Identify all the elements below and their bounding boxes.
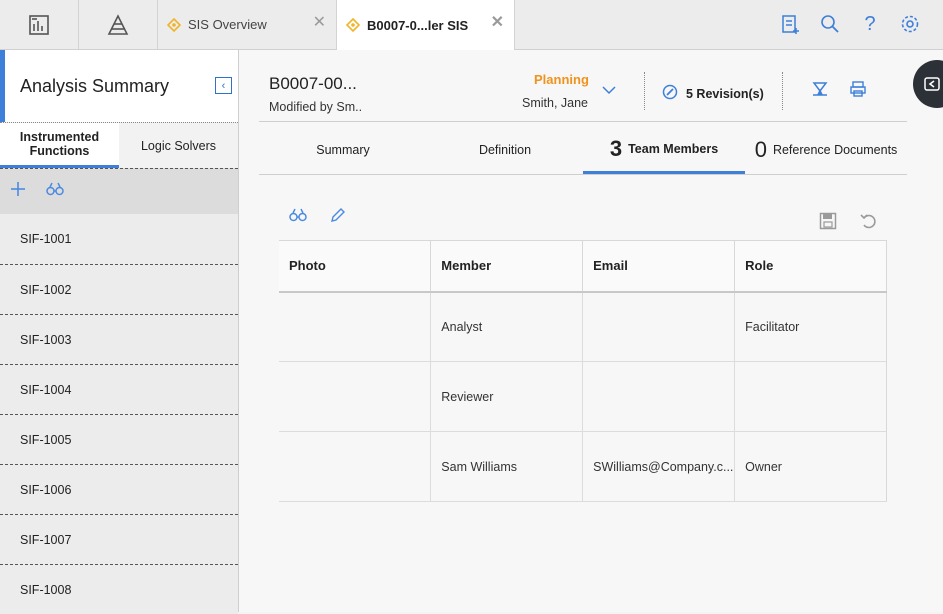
list-item[interactable]: SIF-1006: [0, 464, 238, 514]
tab-label: Team Members: [628, 141, 719, 156]
diamond-icon: [166, 17, 182, 33]
back-arrow-icon: [924, 77, 940, 91]
tab-label: SIS Overview: [188, 17, 267, 32]
tab-label: B0007-0...ler SIS: [367, 17, 469, 33]
binoculars-icon[interactable]: [46, 182, 64, 201]
modified-by: Modified by Sm..: [269, 100, 363, 114]
analysis-summary-panel: Analysis Summary ‹ Instrumented Function…: [0, 50, 239, 614]
diamond-icon: [345, 17, 361, 33]
cell-email: [582, 291, 736, 362]
compass-icon: [662, 84, 678, 103]
pencil-icon[interactable]: [329, 208, 345, 229]
state-user: Smith, Jane: [522, 96, 589, 110]
side-panel-toggle[interactable]: [913, 60, 943, 108]
tab-label: Summary: [316, 143, 370, 157]
column-header-photo[interactable]: Photo: [279, 240, 432, 293]
list-item[interactable]: SIF-1005: [0, 414, 238, 464]
list-item[interactable]: SIF-1004: [0, 364, 238, 414]
clipboard-add-icon[interactable]: [779, 12, 801, 36]
tab-reference-documents[interactable]: 0 Reference Documents: [745, 122, 907, 174]
column-header-role[interactable]: Role: [734, 240, 887, 293]
hierarchy-icon[interactable]: [811, 80, 829, 103]
cell-member: Analyst: [430, 291, 584, 362]
table-header-row: Photo Member Email Role: [279, 240, 887, 293]
cell-role: Owner: [734, 431, 887, 502]
pyramid-icon: [107, 13, 129, 35]
global-toolbar: ?: [779, 12, 921, 36]
state-label[interactable]: Planning: [534, 72, 589, 87]
cell-member: Reviewer: [430, 361, 584, 432]
panel-title: Analysis Summary: [20, 75, 170, 96]
cell-photo: [279, 291, 432, 362]
list-item[interactable]: SIF-1001: [0, 214, 238, 264]
search-icon[interactable]: [819, 12, 841, 36]
table-row[interactable]: Reviewer: [279, 361, 887, 432]
record-header: B0007-00... Modified by Sm.. Planning Sm…: [259, 50, 907, 122]
close-icon[interactable]: ✕: [491, 15, 504, 31]
tab-team-members[interactable]: 3 Team Members: [583, 122, 745, 174]
panel-tabs: Instrumented Functions Logic Solvers: [0, 122, 238, 168]
table-row[interactable]: Sam Williams SWilliams@Company.c... Owne…: [279, 431, 887, 502]
top-tab-bar: SIS Overview ✕ B0007-0...ler SIS ✕ ?: [0, 0, 943, 50]
column-header-member[interactable]: Member: [430, 240, 584, 293]
cell-photo: [279, 361, 432, 432]
panel-header: Analysis Summary ‹: [0, 50, 238, 122]
cell-role: [734, 361, 887, 432]
tab-summary[interactable]: Summary: [259, 122, 421, 174]
revisions-button[interactable]: 5 Revision(s): [662, 84, 764, 103]
pyramid-button[interactable]: [79, 0, 158, 49]
record-id: B0007-00...: [269, 74, 357, 93]
dashboard-button[interactable]: [0, 0, 79, 49]
cell-photo: [279, 431, 432, 502]
list-item[interactable]: SIF-1008: [0, 564, 238, 614]
save-icon[interactable]: [819, 212, 837, 235]
tab-label: Definition: [478, 143, 532, 157]
help-icon[interactable]: ?: [859, 12, 881, 36]
undo-icon[interactable]: [859, 212, 877, 235]
grid-toolbar: [289, 208, 345, 229]
close-icon[interactable]: ✕: [313, 15, 326, 31]
main-content: B0007-00... Modified by Sm.. Planning Sm…: [239, 50, 943, 612]
print-icon[interactable]: [849, 80, 867, 103]
divider: [644, 72, 645, 110]
tab-count: 0: [754, 137, 767, 162]
add-icon[interactable]: [10, 181, 26, 202]
tab-label: Reference Documents: [772, 143, 898, 157]
revisions-label: 5 Revision(s): [686, 86, 764, 101]
settings-icon[interactable]: [899, 12, 921, 36]
tab-instrumented-functions[interactable]: Instrumented Functions: [0, 123, 119, 168]
collapse-panel-icon[interactable]: ‹: [215, 77, 232, 94]
tab-b0007-sis[interactable]: B0007-0...ler SIS ✕: [337, 0, 515, 50]
sif-list: SIF-1001 SIF-1002 SIF-1003 SIF-1004 SIF-…: [0, 214, 238, 614]
team-members-table: Photo Member Email Role Analyst Facilita…: [279, 240, 887, 502]
tab-count: 3: [609, 135, 623, 161]
table-row[interactable]: Analyst Facilitator: [279, 291, 887, 362]
chevron-down-icon[interactable]: [602, 82, 616, 100]
record-tabs: Summary Definition 3 Team Members 0 Refere…: [259, 122, 907, 175]
cell-email: SWilliams@Company.c...: [582, 431, 736, 502]
list-item[interactable]: SIF-1003: [0, 314, 238, 364]
tab-logic-solvers[interactable]: Logic Solvers: [119, 123, 238, 168]
dashboard-icon: [29, 14, 49, 35]
list-item[interactable]: SIF-1007: [0, 514, 238, 564]
cell-email: [582, 361, 736, 432]
panel-toolbar: [0, 168, 238, 214]
list-item[interactable]: SIF-1002: [0, 264, 238, 314]
cell-role: Facilitator: [734, 291, 887, 362]
cell-member: Sam Williams: [430, 431, 584, 502]
tab-definition[interactable]: Definition: [421, 122, 583, 174]
grid-toolbar-right: [819, 212, 877, 235]
tab-sis-overview[interactable]: SIS Overview ✕: [158, 0, 337, 49]
column-header-email[interactable]: Email: [582, 240, 736, 293]
divider: [782, 72, 783, 110]
binoculars-icon[interactable]: [289, 208, 307, 229]
